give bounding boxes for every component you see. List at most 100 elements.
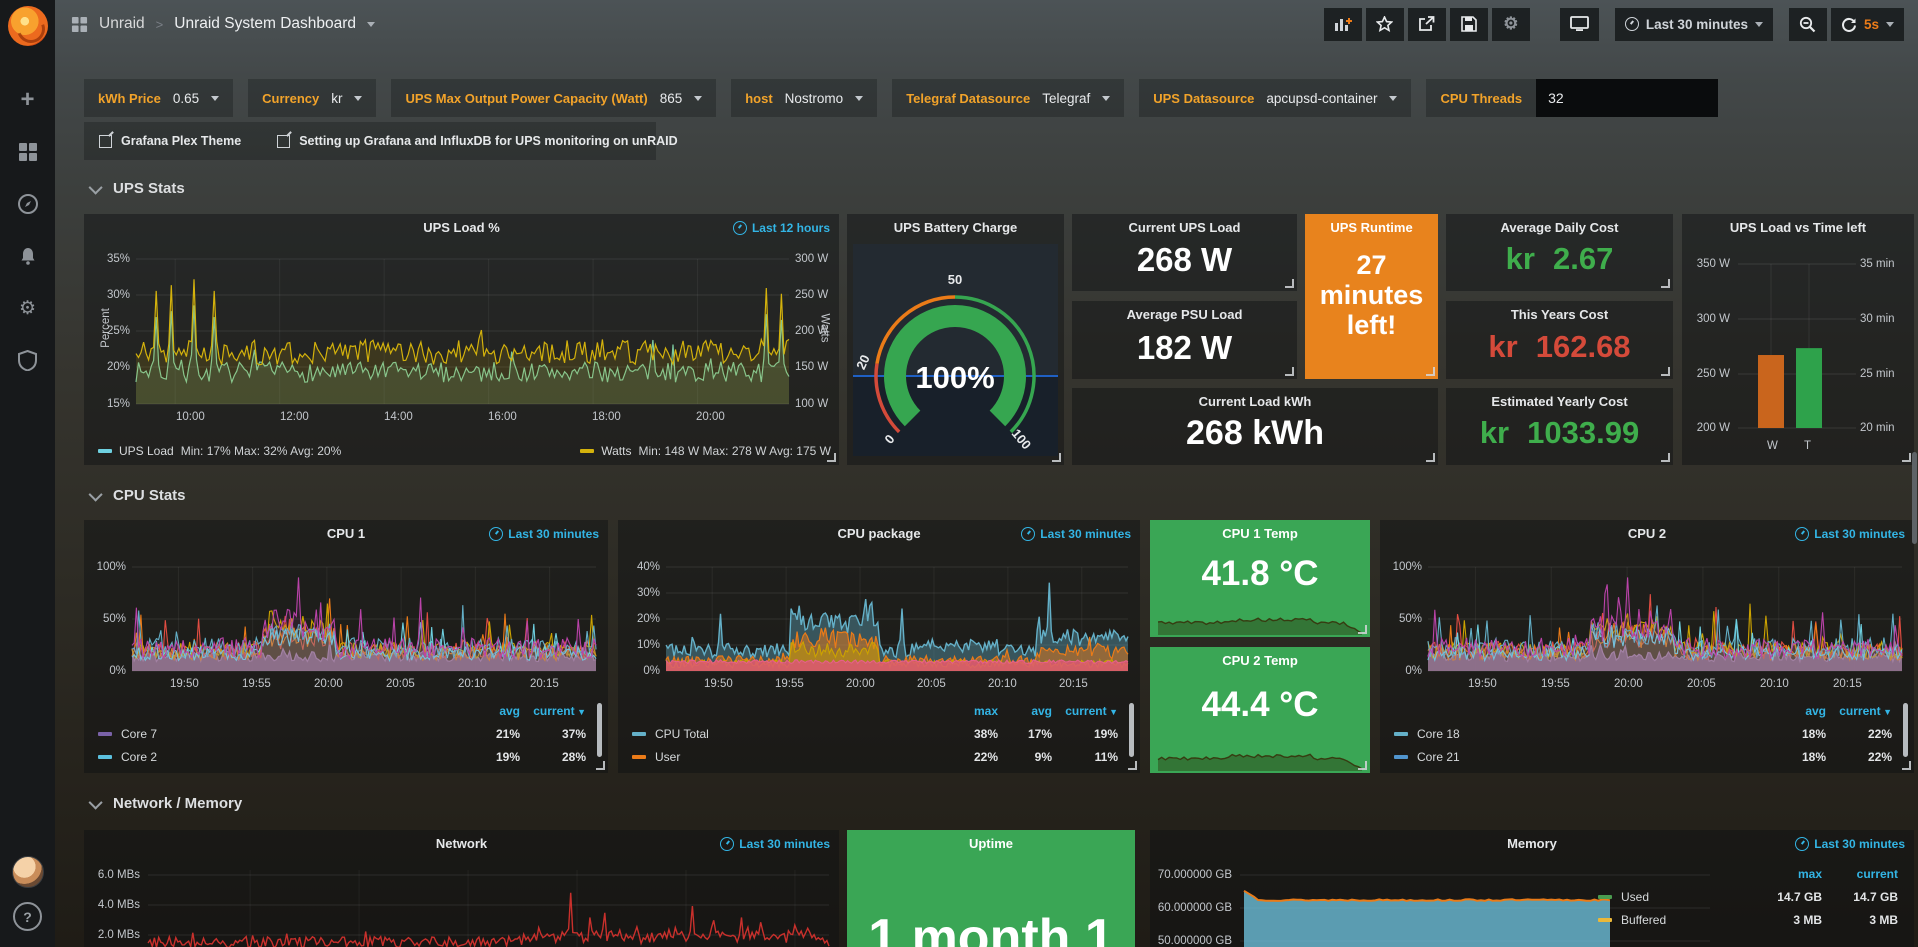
alerting-bell-icon[interactable] [15, 243, 41, 269]
cycle-view-button[interactable] [1560, 8, 1599, 41]
legend-header-current[interactable]: current ▼ [1052, 704, 1118, 718]
dashboard-settings-button[interactable]: ⚙ [1492, 8, 1530, 41]
variable-telegraf-datasource[interactable]: Telegraf Datasource Telegraf [892, 79, 1124, 117]
legend-header-current[interactable]: current [1822, 867, 1898, 881]
panel-title[interactable]: Network [114, 836, 809, 851]
section-ups-stats[interactable]: UPS Stats [92, 180, 185, 197]
variable-value[interactable]: apcupsd-container [1266, 91, 1377, 106]
legend-name[interactable]: User [632, 750, 942, 764]
panel-title[interactable]: Memory [1180, 836, 1884, 851]
variable-ups-datasource[interactable]: UPS Datasource apcupsd-container [1139, 79, 1411, 117]
grafana-logo-icon[interactable] [8, 6, 48, 46]
share-button[interactable] [1408, 8, 1446, 41]
legend-name[interactable]: Core 21 [1394, 750, 1768, 764]
panel-title[interactable]: Current UPS Load [1102, 220, 1267, 235]
legend-header-avg[interactable]: avg [998, 704, 1052, 718]
resize-handle[interactable] [1285, 367, 1294, 376]
resize-handle[interactable] [1661, 279, 1670, 288]
resize-handle[interactable] [1426, 367, 1435, 376]
panel-time-range[interactable]: Last 30 minutes [1795, 837, 1905, 851]
panel-title[interactable]: This Years Cost [1476, 307, 1643, 322]
resize-handle[interactable] [1128, 761, 1137, 770]
panel-title[interactable]: UPS Load vs Time left [1692, 220, 1904, 235]
create-plus-icon[interactable]: + [15, 87, 41, 113]
star-button[interactable] [1366, 8, 1404, 41]
variable-value[interactable]: 0.65 [173, 91, 199, 106]
legend-name[interactable]: Buffered [1598, 913, 1752, 927]
refresh-button[interactable]: 5s [1831, 8, 1904, 41]
legend-header-max[interactable]: max [942, 704, 998, 718]
variable-value[interactable]: Telegraf [1042, 91, 1090, 106]
legend-header-avg[interactable]: avg [462, 704, 520, 718]
legend-scrollbar[interactable] [597, 703, 602, 757]
variable-value[interactable]: kr [331, 91, 342, 106]
explore-compass-icon[interactable] [15, 191, 41, 217]
panel-time-range[interactable]: Last 30 minutes [489, 527, 599, 541]
time-range-picker[interactable]: Last 30 minutes [1615, 8, 1773, 41]
legend-name[interactable]: UPS Load [119, 444, 174, 458]
resize-handle[interactable] [1426, 453, 1435, 462]
link-label[interactable]: Setting up Grafana and InfluxDB for UPS … [299, 134, 677, 148]
help-icon[interactable]: ? [13, 902, 42, 931]
panel-title[interactable]: Estimated Yearly Cost [1476, 394, 1643, 409]
legend-header-current[interactable]: current ▼ [1826, 704, 1892, 718]
legend-header-current[interactable]: current ▼ [520, 704, 586, 718]
panel-title[interactable]: UPS Runtime [1311, 220, 1432, 235]
legend-header-max[interactable]: max [1752, 867, 1822, 881]
save-button[interactable] [1450, 8, 1488, 41]
legend-name[interactable]: Watts [601, 444, 631, 458]
admin-shield-icon[interactable] [15, 347, 41, 373]
legend-name[interactable]: Core 18 [1394, 727, 1768, 741]
variable-currency[interactable]: Currency kr [248, 79, 376, 117]
dashboard-caret-icon[interactable] [367, 22, 375, 27]
section-cpu-stats[interactable]: CPU Stats [92, 487, 186, 504]
panel-time-range[interactable]: Last 30 minutes [1021, 527, 1131, 541]
panel-title[interactable]: CPU 2 Temp [1180, 653, 1340, 668]
link-label[interactable]: Grafana Plex Theme [121, 134, 241, 148]
legend-header-avg[interactable]: avg [1768, 704, 1826, 718]
panel-title[interactable]: Average Daily Cost [1476, 220, 1643, 235]
link-ups-monitoring-guide[interactable]: Setting up Grafana and InfluxDB for UPS … [277, 134, 677, 148]
panel-time-range[interactable]: Last 30 minutes [720, 837, 830, 851]
variable-value[interactable]: 865 [660, 91, 683, 106]
legend-ups-load[interactable]: UPS Load Min: 17% Max: 32% Avg: 20% [98, 444, 341, 458]
legend-name[interactable]: Core 7 [98, 727, 462, 741]
panel-title[interactable]: Uptime [877, 836, 1105, 851]
link-grafana-plex-theme[interactable]: Grafana Plex Theme [99, 134, 241, 148]
legend-scrollbar[interactable] [1129, 703, 1134, 757]
resize-handle[interactable] [1661, 367, 1670, 376]
panel-title[interactable]: UPS Load % [114, 220, 809, 235]
add-panel-button[interactable] [1324, 8, 1362, 41]
panel-title[interactable]: UPS Battery Charge [857, 220, 1054, 235]
dashboard-title[interactable]: Unraid System Dashboard [174, 15, 356, 33]
resize-handle[interactable] [596, 761, 605, 770]
breadcrumb-root[interactable]: Unraid [99, 15, 145, 33]
legend-scrollbar[interactable] [1903, 703, 1908, 757]
panel-title[interactable]: Average PSU Load [1102, 307, 1267, 322]
resize-handle[interactable] [1358, 761, 1367, 770]
battery-gauge[interactable]: 02050100100% [847, 244, 1064, 461]
resize-handle[interactable] [1902, 761, 1911, 770]
variable-ups-max-power[interactable]: UPS Max Output Power Capacity (Watt) 865 [391, 79, 716, 117]
resize-handle[interactable] [1661, 453, 1670, 462]
variable-value[interactable]: Nostromo [785, 91, 844, 106]
legend-name[interactable]: Core 2 [98, 750, 462, 764]
resize-handle[interactable] [1902, 453, 1911, 462]
page-scrollbar[interactable] [1912, 452, 1917, 544]
resize-handle[interactable] [1052, 453, 1061, 462]
section-title[interactable]: Network / Memory [113, 795, 242, 812]
legend-watts[interactable]: Watts Min: 148 W Max: 278 W Avg: 175 W [580, 444, 831, 458]
resize-handle[interactable] [1358, 625, 1367, 634]
legend-name[interactable]: CPU Total [632, 727, 942, 741]
resize-handle[interactable] [1285, 279, 1294, 288]
cpu-threads-input[interactable] [1536, 79, 1718, 117]
panel-time-range[interactable]: Last 12 hours [733, 221, 830, 235]
configuration-gear-icon[interactable]: ⚙ [15, 295, 41, 321]
variable-kwh-price[interactable]: kWh Price 0.65 [84, 79, 233, 117]
resize-handle[interactable] [827, 453, 836, 462]
panel-title[interactable]: Current Load kWh [1102, 394, 1408, 409]
section-title[interactable]: UPS Stats [113, 180, 185, 197]
panel-title[interactable]: CPU 1 Temp [1180, 526, 1340, 541]
section-title[interactable]: CPU Stats [113, 487, 186, 504]
refresh-interval[interactable]: 5s [1864, 17, 1879, 32]
